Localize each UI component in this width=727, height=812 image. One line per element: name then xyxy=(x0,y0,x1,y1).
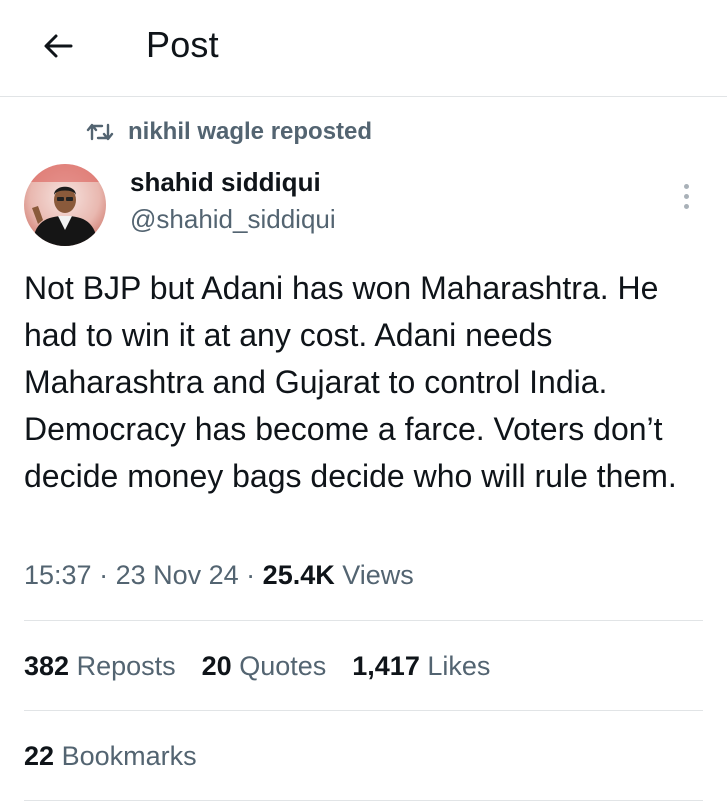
bookmarks-label: Bookmarks xyxy=(61,741,197,771)
views-label: Views xyxy=(334,560,414,590)
author-name[interactable]: shahid siddiqui xyxy=(130,167,321,198)
post-text: Not BJP but Adani has won Maharashtra. H… xyxy=(24,270,677,494)
post-time[interactable]: 15:37 xyxy=(24,560,92,590)
more-vertical-icon-dot xyxy=(683,193,689,199)
divider xyxy=(24,710,703,711)
divider xyxy=(24,620,703,621)
arrow-left-icon xyxy=(44,34,73,58)
views-count: 25.4K xyxy=(262,560,335,590)
reposts-label: Reposts xyxy=(76,651,176,681)
repost-suffix: reposted xyxy=(270,118,373,145)
repost-indicator: nikhil wagle reposted xyxy=(86,117,372,147)
reposts-stat[interactable]: 382 Reposts xyxy=(24,651,176,682)
reposts-count: 382 xyxy=(24,651,70,681)
quotes-count: 20 xyxy=(201,651,232,681)
more-vertical-icon-dot xyxy=(683,203,689,209)
quotes-label: Quotes xyxy=(239,651,327,681)
repost-label[interactable]: nikhil wagle reposted xyxy=(128,118,372,146)
repost-icon xyxy=(86,121,114,143)
author-handle[interactable]: @shahid_siddiqui xyxy=(130,204,336,235)
more-options-button[interactable] xyxy=(670,178,702,214)
engagement-stats: 382 Reposts 20 Quotes 1,417 Likes xyxy=(24,651,490,682)
meta-separator: · xyxy=(91,560,116,590)
bookmarks-count: 22 xyxy=(24,741,55,771)
back-button[interactable] xyxy=(34,22,82,70)
likes-count: 1,417 xyxy=(352,651,420,681)
bookmarks-stat[interactable]: 22 Bookmarks xyxy=(24,741,197,772)
likes-label: Likes xyxy=(427,651,491,681)
post-date[interactable]: 23 Nov 24 xyxy=(116,560,239,590)
meta-separator: · xyxy=(238,560,263,590)
repost-user[interactable]: nikhil wagle xyxy=(128,118,264,145)
post-meta: 15:37 · 23 Nov 24 · 25.4K Views xyxy=(24,560,414,591)
quotes-stat[interactable]: 20 Quotes xyxy=(202,651,327,682)
likes-stat[interactable]: 1,417 Likes xyxy=(352,651,490,682)
avatar[interactable] xyxy=(24,164,106,246)
page-title: Post xyxy=(146,24,219,65)
divider xyxy=(24,800,703,801)
top-bar: Post xyxy=(0,0,727,97)
more-vertical-icon-dot xyxy=(683,183,689,189)
